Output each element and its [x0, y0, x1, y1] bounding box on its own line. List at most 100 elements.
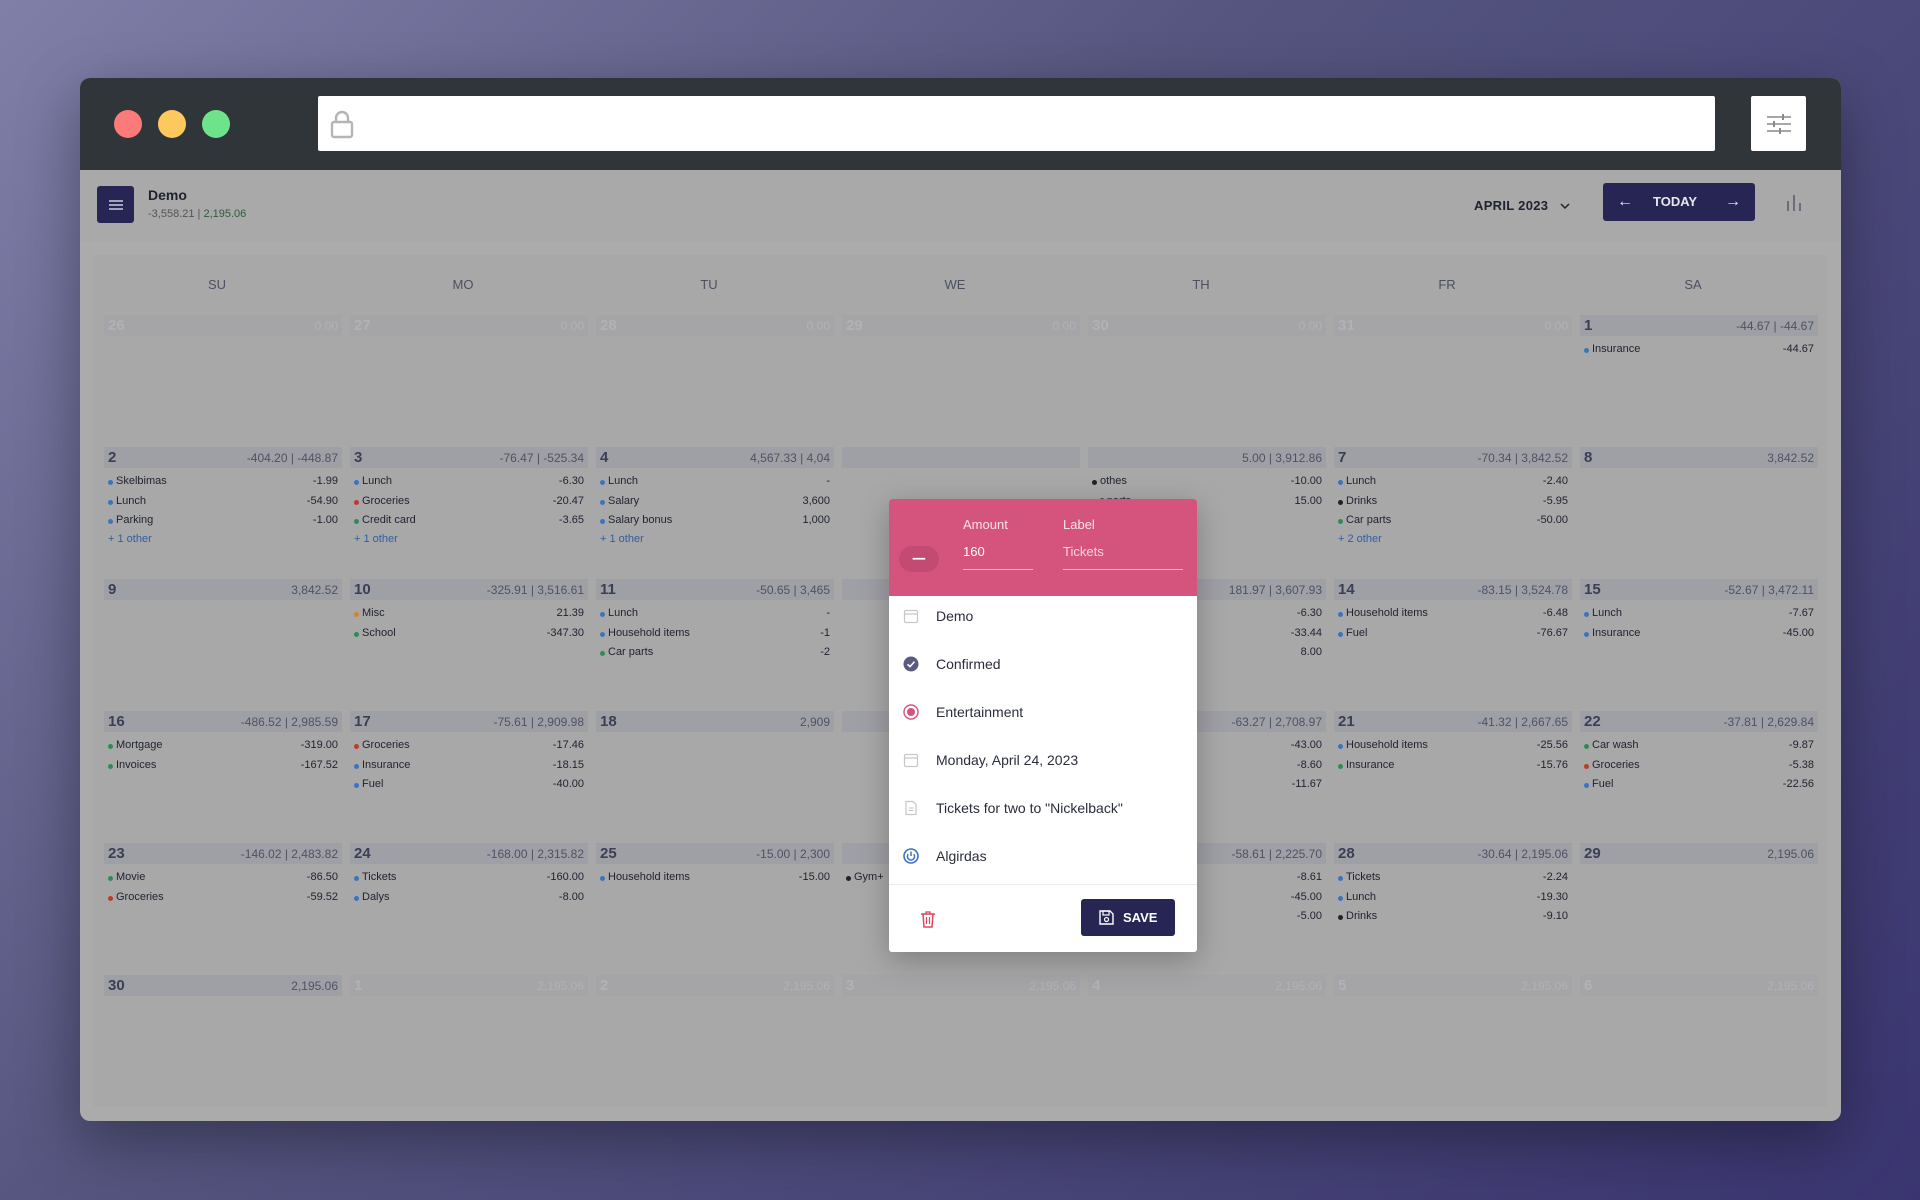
day-cell[interactable]: 3 2,195.06 [842, 975, 1080, 1095]
more-transactions-link[interactable]: + 2 other [1338, 533, 1382, 545]
day-cell[interactable]: 2 -404.20 | -448.87 Skelbimas -1.99 Lunch -54… [104, 447, 342, 567]
transaction-entry[interactable]: Groceries -17.46 [354, 739, 584, 755]
day-cell[interactable]: 23 -146.02 | 2,483.82 Movie -86.50 Groceries… [104, 843, 342, 963]
close-window-button[interactable] [114, 110, 142, 138]
transaction-entry[interactable]: Drinks -9.10 [1338, 910, 1568, 926]
day-cell[interactable]: 7 -70.34 | 3,842.52 Lunch -2.40 Drinks -5.95 C… [1334, 447, 1572, 567]
transaction-entry[interactable]: Car parts -50.00 [1338, 514, 1568, 530]
day-cell[interactable]: 28 0.00 [596, 315, 834, 435]
address-bar[interactable] [318, 96, 1715, 151]
more-transactions-link[interactable]: + 1 other [354, 533, 398, 545]
status-field[interactable]: Confirmed [889, 644, 1197, 684]
transaction-entry[interactable]: Lunch -19.30 [1338, 891, 1568, 907]
transaction-entry[interactable]: School -347.30 [354, 627, 584, 643]
label-input[interactable]: Tickets [1063, 544, 1183, 570]
transaction-entry[interactable]: Skelbimas -1.99 [108, 475, 338, 491]
transaction-entry[interactable]: Invoices -167.52 [108, 759, 338, 775]
transaction-entry[interactable]: Fuel -40.00 [354, 778, 584, 794]
more-transactions-link[interactable]: + 1 other [600, 533, 644, 545]
day-cell[interactable]: 8 3,842.52 [1580, 447, 1818, 567]
transaction-entry[interactable]: Parking -1.00 [108, 514, 338, 530]
day-cell[interactable]: 22 -37.81 | 2,629.84 Car wash -9.87 Grocerie… [1580, 711, 1818, 831]
transaction-entry[interactable]: Lunch -54.90 [108, 495, 338, 511]
day-cell[interactable]: 4 4,567.33 | 4,04 Lunch - Salary 3,600 Salary … [596, 447, 834, 567]
transaction-entry[interactable]: Salary 3,600 [600, 495, 830, 511]
transaction-entry[interactable]: Lunch -6.30 [354, 475, 584, 491]
payee-field[interactable]: Algirdas [889, 836, 1197, 876]
transaction-entry[interactable]: Groceries -20.47 [354, 495, 584, 511]
date-field[interactable]: Monday, April 24, 2023 [889, 740, 1197, 780]
next-month-button[interactable]: → [1721, 191, 1745, 213]
day-cell[interactable]: 9 3,842.52 [104, 579, 342, 699]
category-field[interactable]: Entertainment [889, 692, 1197, 732]
day-cell[interactable]: 30 2,195.06 [104, 975, 342, 1095]
transaction-entry[interactable]: Lunch -7.67 [1584, 607, 1814, 623]
transaction-entry[interactable]: Car wash -9.87 [1584, 739, 1814, 755]
day-cell[interactable]: 2 2,195.06 [596, 975, 834, 1095]
transaction-entry[interactable]: Misc 21.39 [354, 607, 584, 623]
transaction-entry[interactable]: Car parts -2 [600, 646, 830, 662]
day-cell[interactable]: 24 -168.00 | 2,315.82 Tickets -160.00 Dalys -… [350, 843, 588, 963]
account-field[interactable]: Demo [889, 596, 1197, 636]
note-field[interactable]: Tickets for two to "Nickelback" [889, 788, 1197, 828]
day-cell[interactable]: 21 -41.32 | 2,667.65 Household items -25.56… [1334, 711, 1572, 831]
transaction-entry[interactable]: Mortgage -319.00 [108, 739, 338, 755]
bar-chart-icon[interactable] [1783, 192, 1805, 214]
transaction-entry[interactable]: Insurance -18.15 [354, 759, 584, 775]
transaction-entry[interactable]: Lunch - [600, 475, 830, 491]
day-cell[interactable]: 14 -83.15 | 3,524.78 Household items -6.48 F… [1334, 579, 1572, 699]
day-cell[interactable]: 27 0.00 [350, 315, 588, 435]
day-cell[interactable]: 30 0.00 [1088, 315, 1326, 435]
transaction-entry[interactable]: Tickets -160.00 [354, 871, 584, 887]
transaction-entry[interactable]: Salary bonus 1,000 [600, 514, 830, 530]
transaction-entry[interactable]: Household items -25.56 [1338, 739, 1568, 755]
day-cell[interactable]: 4 2,195.06 [1088, 975, 1326, 1095]
day-cell[interactable]: 3 -76.47 | -525.34 Lunch -6.30 Groceries -20.… [350, 447, 588, 567]
menu-button[interactable] [97, 186, 134, 223]
day-cell[interactable]: 29 2,195.06 [1580, 843, 1818, 963]
day-cell[interactable]: 31 0.00 [1334, 315, 1572, 435]
transaction-entry[interactable]: Fuel -22.56 [1584, 778, 1814, 794]
transaction-entry[interactable]: Household items -15.00 [600, 871, 830, 887]
transaction-entry[interactable]: Groceries -59.52 [108, 891, 338, 907]
day-cell[interactable]: 15 -52.67 | 3,472.11 Lunch -7.67 Insurance -4… [1580, 579, 1818, 699]
transaction-entry[interactable]: Groceries -5.38 [1584, 759, 1814, 775]
transaction-entry[interactable]: Household items -6.48 [1338, 607, 1568, 623]
day-cell[interactable]: 16 -486.52 | 2,985.59 Mortgage -319.00 Invoi… [104, 711, 342, 831]
day-cell[interactable]: 26 0.00 [104, 315, 342, 435]
day-cell[interactable]: 6 2,195.06 [1580, 975, 1818, 1095]
transaction-entry[interactable]: Dalys -8.00 [354, 891, 584, 907]
transaction-entry[interactable]: Household items -1 [600, 627, 830, 643]
transaction-entry[interactable]: Lunch - [600, 607, 830, 623]
day-cell[interactable]: 1 2,195.06 [350, 975, 588, 1095]
more-transactions-link[interactable]: + 1 other [108, 533, 152, 545]
transaction-entry[interactable]: Insurance -15.76 [1338, 759, 1568, 775]
settings-button[interactable] [1751, 96, 1806, 151]
transaction-entry[interactable]: Lunch -2.40 [1338, 475, 1568, 491]
sign-toggle-button[interactable]: − [899, 546, 939, 572]
today-button[interactable]: TODAY [1653, 194, 1697, 209]
day-cell[interactable]: 11 -50.65 | 3,465 Lunch - Household items -1 C… [596, 579, 834, 699]
day-cell[interactable]: 17 -75.61 | 2,909.98 Groceries -17.46 Insura… [350, 711, 588, 831]
transaction-entry[interactable]: Insurance -44.67 [1584, 343, 1814, 359]
day-cell[interactable]: 18 2,909 [596, 711, 834, 831]
maximize-window-button[interactable] [202, 110, 230, 138]
day-cell[interactable]: 1 -44.67 | -44.67 Insurance -44.67 [1580, 315, 1818, 435]
previous-month-button[interactable]: ← [1613, 191, 1637, 213]
transaction-entry[interactable]: Credit card -3.65 [354, 514, 584, 530]
transaction-entry[interactable]: Fuel -76.67 [1338, 627, 1568, 643]
save-button[interactable]: SAVE [1081, 899, 1175, 936]
day-cell[interactable]: 29 0.00 [842, 315, 1080, 435]
transaction-entry[interactable]: Insurance -45.00 [1584, 627, 1814, 643]
transaction-entry[interactable]: Drinks -5.95 [1338, 495, 1568, 511]
day-cell[interactable]: 10 -325.91 | 3,516.61 Misc 21.39 School -347.… [350, 579, 588, 699]
day-cell[interactable]: 5 2,195.06 [1334, 975, 1572, 1095]
transaction-entry[interactable]: othes -10.00 [1092, 475, 1322, 491]
minimize-window-button[interactable] [158, 110, 186, 138]
transaction-entry[interactable]: Tickets -2.24 [1338, 871, 1568, 887]
trash-icon[interactable] [920, 910, 936, 928]
month-selector[interactable]: APRIL 2023 [1474, 198, 1570, 213]
day-cell[interactable]: 28 -30.64 | 2,195.06 Tickets -2.24 Lunch -19.… [1334, 843, 1572, 963]
day-cell[interactable]: 25 -15.00 | 2,300 Household items -15.00 [596, 843, 834, 963]
transaction-entry[interactable]: Movie -86.50 [108, 871, 338, 887]
